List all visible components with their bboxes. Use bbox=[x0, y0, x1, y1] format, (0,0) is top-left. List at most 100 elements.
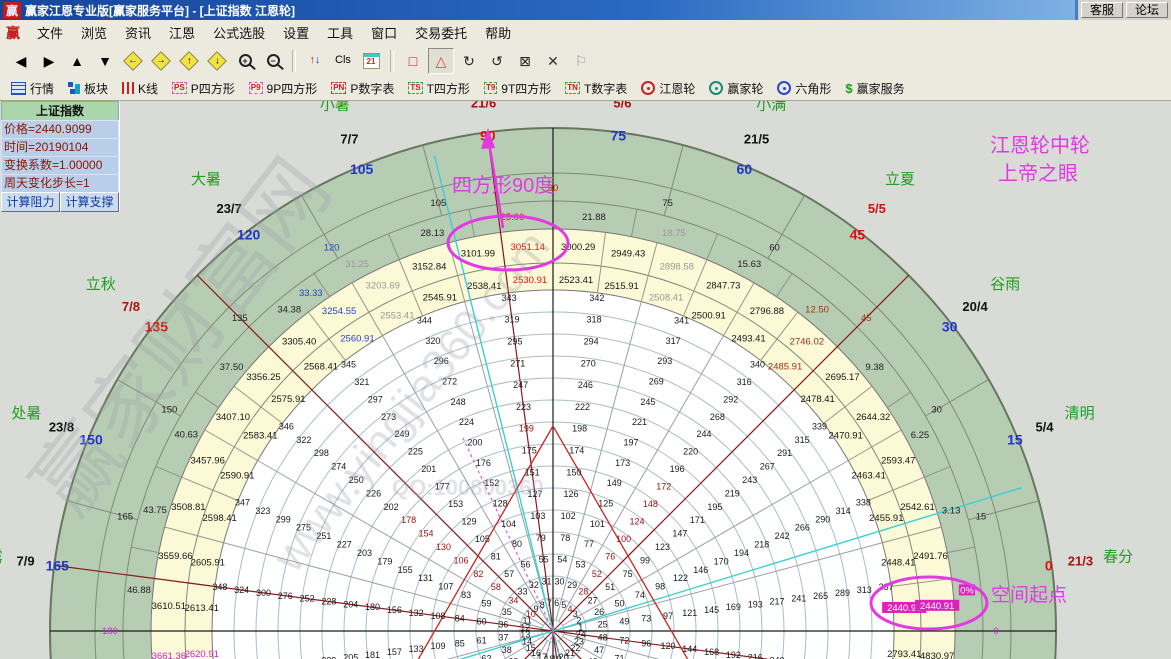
toolbar-item-label: 行情 bbox=[30, 80, 54, 97]
toolbar-item-六角形[interactable]: 六角形 bbox=[770, 76, 838, 100]
collapse-button[interactable]: ✕ bbox=[540, 48, 566, 74]
zoom-in-icon: + bbox=[239, 54, 252, 67]
toolbar-item-赢家轮[interactable]: 赢家轮 bbox=[702, 76, 770, 100]
spiral-number: 99 bbox=[640, 555, 650, 565]
spiral-number: 245 bbox=[640, 397, 655, 407]
menu-item-帮助[interactable]: 帮助 bbox=[476, 20, 520, 45]
toolbar-item-9P四方形[interactable]: P99P四方形 bbox=[242, 76, 324, 100]
info-row-1: 时间=20190104 bbox=[1, 138, 119, 156]
outer-price-label: 4830.97 bbox=[920, 651, 954, 659]
menu-item-公式选股[interactable]: 公式选股 bbox=[204, 20, 274, 45]
peak-down-button[interactable]: ▼ bbox=[92, 48, 118, 74]
spiral-number: 28 bbox=[578, 586, 588, 596]
percent-label: 9.38 bbox=[865, 362, 884, 373]
button-计算阻力[interactable]: 计算阻力 bbox=[1, 192, 60, 212]
toolbar-item-赢家服务[interactable]: $赢家服务 bbox=[838, 76, 911, 100]
toolbar-item-行情[interactable]: 行情 bbox=[4, 76, 61, 100]
板块-icon bbox=[68, 82, 80, 94]
cls-button[interactable]: Cls bbox=[330, 48, 356, 74]
spiral-number: 294 bbox=[584, 336, 599, 346]
outer-price-label: 3610.51 bbox=[152, 601, 186, 612]
spiral-number: 124 bbox=[629, 517, 644, 527]
date-label: 5/4 bbox=[1035, 419, 1054, 434]
sort-updown-button[interactable]: ↑↓ bbox=[302, 48, 328, 74]
spiral-number: 242 bbox=[775, 531, 790, 541]
pan-left-button[interactable]: ← bbox=[120, 48, 146, 74]
pan-right-button[interactable]: → bbox=[148, 48, 174, 74]
outer-price-label: 2949.43 bbox=[611, 248, 645, 259]
peak-down-icon: ▼ bbox=[98, 54, 112, 68]
menu-item-江恩[interactable]: 江恩 bbox=[160, 20, 204, 45]
toolbar-item-label: 六角形 bbox=[795, 80, 831, 97]
rotate-cw-button[interactable]: ↻ bbox=[456, 48, 482, 74]
toolbar-item-T四方形[interactable]: TST四方形 bbox=[401, 76, 477, 100]
solar-term-label: 大暑 bbox=[191, 171, 221, 188]
spiral-number: 71 bbox=[615, 654, 625, 659]
box-x-button[interactable]: ⊠ bbox=[512, 48, 538, 74]
spiral-number: 317 bbox=[666, 336, 681, 346]
spiral-number: 270 bbox=[581, 358, 596, 368]
menu-item-设置[interactable]: 设置 bbox=[274, 20, 318, 45]
spiral-number: 295 bbox=[507, 336, 522, 346]
spiral-number: 291 bbox=[777, 448, 792, 458]
rotate-ccw-button[interactable]: ↺ bbox=[484, 48, 510, 74]
toolbar-item-江恩轮[interactable]: 江恩轮 bbox=[634, 76, 702, 100]
toolbar-item-9T四方形[interactable]: T99T四方形 bbox=[477, 76, 558, 100]
menu-item-浏览[interactable]: 浏览 bbox=[72, 20, 116, 45]
spiral-number: 269 bbox=[649, 377, 664, 387]
spiral-number: 198 bbox=[572, 424, 587, 434]
toolbar-item-P数字表[interactable]: PNP数字表 bbox=[324, 76, 401, 100]
menu-item-工具[interactable]: 工具 bbox=[318, 20, 362, 45]
peak-up-button[interactable]: ▲ bbox=[64, 48, 90, 74]
spiral-number: 315 bbox=[795, 435, 810, 445]
spiral-number: 194 bbox=[734, 548, 749, 558]
peak-up-icon: ▲ bbox=[70, 54, 84, 68]
inner-price-label: 2553.41 bbox=[380, 310, 414, 321]
spiral-number: 157 bbox=[387, 647, 402, 657]
inner-price-label: 2493.41 bbox=[731, 333, 765, 344]
zoom-in-button[interactable]: + bbox=[232, 48, 258, 74]
spiral-number: 170 bbox=[714, 556, 729, 566]
spiral-number: 5 bbox=[561, 600, 566, 610]
inner-price-label: 2545.91 bbox=[423, 293, 457, 304]
spiral-number: 100 bbox=[616, 534, 631, 544]
toolbar-item-T数字表[interactable]: TNT数字表 bbox=[558, 76, 634, 100]
calendar-button[interactable]: 21 bbox=[358, 48, 384, 74]
menu-item-窗口[interactable]: 窗口 bbox=[362, 20, 406, 45]
zoom-out-button[interactable]: − bbox=[260, 48, 286, 74]
spiral-number: 125 bbox=[598, 499, 613, 509]
percent-label: 40.63 bbox=[174, 430, 198, 441]
spiral-number: 47 bbox=[594, 645, 604, 655]
spiral-number: 155 bbox=[398, 565, 413, 575]
spiral-number: 246 bbox=[578, 380, 593, 390]
titlebar-button-service[interactable]: 客服 bbox=[1081, 2, 1123, 18]
spiral-number: 105 bbox=[475, 534, 490, 544]
menu-item-文件[interactable]: 文件 bbox=[28, 20, 72, 45]
spiral-number: 298 bbox=[314, 448, 329, 458]
toolbar-item-板块[interactable]: 板块 bbox=[61, 76, 115, 100]
titlebar-button-zone: 客服论坛 bbox=[1075, 0, 1171, 20]
outer-degree-label: 75 bbox=[610, 127, 626, 143]
spiral-number: 77 bbox=[584, 539, 594, 549]
menu-item-交易委托[interactable]: 交易委托 bbox=[406, 20, 476, 45]
flag-button[interactable]: ⚐ bbox=[568, 48, 594, 74]
triangle-tool-button[interactable]: △ bbox=[428, 48, 454, 74]
next-button[interactable]: ▶ bbox=[36, 48, 62, 74]
rotate-ccw-icon: ↺ bbox=[491, 54, 503, 68]
degree-label: 105 bbox=[430, 198, 446, 209]
spiral-number: 50 bbox=[615, 598, 625, 608]
pan-up-button[interactable]: ↑ bbox=[176, 48, 202, 74]
button-计算支撑[interactable]: 计算支撑 bbox=[60, 192, 119, 212]
toolbar-item-K线[interactable]: K线 bbox=[115, 76, 165, 100]
percent-label: 43.75 bbox=[143, 505, 167, 516]
square-tool-button[interactable]: □ bbox=[400, 48, 426, 74]
menu-item-资讯[interactable]: 资讯 bbox=[116, 20, 160, 45]
titlebar-button-forum[interactable]: 论坛 bbox=[1126, 2, 1168, 18]
toolbar-item-P四方形[interactable]: PSP四方形 bbox=[165, 76, 242, 100]
spiral-number: 229 bbox=[321, 655, 336, 659]
pan-down-button[interactable]: ↓ bbox=[204, 48, 230, 74]
spiral-number: 216 bbox=[748, 653, 763, 659]
inner-price-label: 2455.91 bbox=[869, 513, 903, 524]
K线-icon bbox=[122, 82, 134, 94]
prev-button[interactable]: ◀ bbox=[8, 48, 34, 74]
